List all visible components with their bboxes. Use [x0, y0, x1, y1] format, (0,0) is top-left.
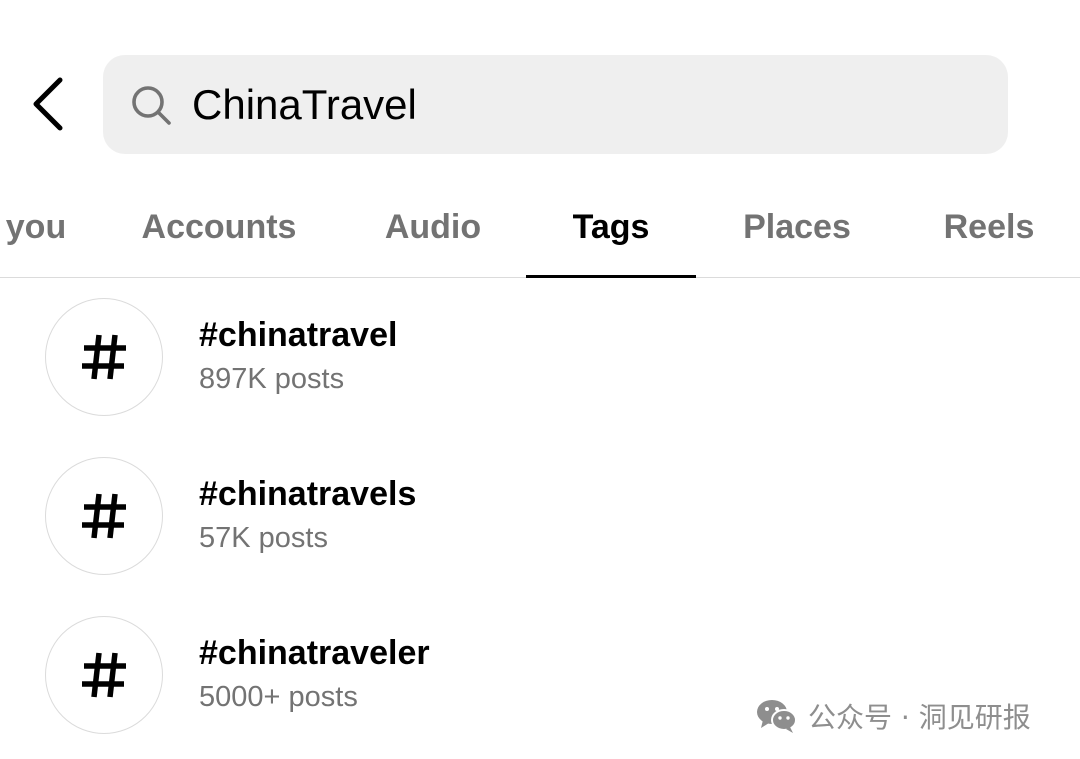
hashtag-avatar [45, 616, 163, 734]
wechat-logo-icon [757, 700, 797, 733]
tab-places[interactable]: Places [730, 178, 864, 277]
back-button[interactable] [22, 72, 74, 136]
hashtag-post-count: 57K posts [199, 522, 328, 554]
search-tabs: you Accounts Audio Tags Places Reels [0, 178, 1080, 278]
search-icon [132, 86, 171, 125]
hashtag-post-count: 5000+ posts [199, 681, 358, 713]
hashtag-result-item[interactable]: #chinatravels 57K posts [0, 441, 1080, 591]
hashtag-avatar [45, 457, 163, 575]
hashtag-icon [82, 334, 126, 380]
hashtag-result-item[interactable]: #chinatravel 897K posts [0, 282, 1080, 432]
watermark: 公众号 · 洞见研报 [756, 696, 1031, 736]
search-input[interactable] [192, 55, 972, 154]
hashtag-name: #chinatraveler [199, 634, 430, 672]
hashtag-name: #chinatravels [199, 475, 417, 513]
tab-for-you[interactable]: you [0, 178, 76, 277]
hashtag-name: #chinatravel [199, 316, 398, 354]
hashtag-avatar [45, 298, 163, 416]
hashtag-icon [82, 652, 126, 698]
tab-audio[interactable]: Audio [373, 178, 493, 277]
search-bar[interactable] [103, 55, 1008, 154]
tab-tags[interactable]: Tags [526, 178, 696, 277]
tab-reels[interactable]: Reels [934, 178, 1044, 277]
hashtag-post-count: 897K posts [199, 363, 345, 395]
watermark-text: 公众号 · 洞见研报 [808, 701, 1031, 734]
active-tab-indicator [526, 275, 696, 278]
hashtag-icon [82, 493, 126, 539]
chevron-left-icon [33, 77, 63, 131]
tab-accounts[interactable]: Accounts [128, 178, 310, 277]
